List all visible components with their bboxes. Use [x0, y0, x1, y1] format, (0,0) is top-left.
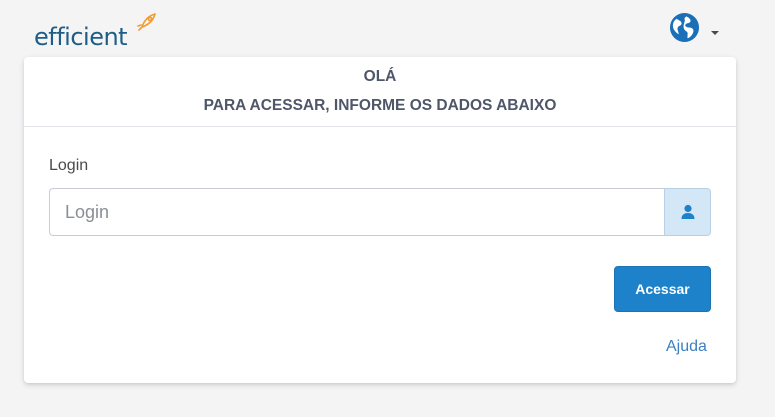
login-card: OLÁ PARA ACESSAR, INFORME OS DADOS ABAIX…	[24, 57, 736, 383]
caret-down-icon	[711, 31, 719, 35]
logo-text: efficient	[34, 23, 128, 51]
submit-button[interactable]: Acessar	[614, 266, 711, 312]
user-icon	[681, 204, 694, 219]
login-label: Login	[49, 157, 89, 174]
top-bar: efficient	[0, 0, 775, 58]
login-instructions: PARA ACESSAR, INFORME OS DADOS ABAIXO	[203, 97, 557, 114]
login-input-group	[49, 188, 711, 236]
language-selector[interactable]	[669, 12, 725, 44]
help-link[interactable]: Ajuda	[666, 337, 707, 357]
greeting-title: OLÁ	[363, 68, 397, 85]
globe-icon	[669, 12, 700, 43]
login-input[interactable]	[49, 188, 664, 236]
rocket-icon	[137, 13, 156, 31]
login-addon	[664, 188, 711, 236]
card-header: OLÁ PARA ACESSAR, INFORME OS DADOS ABAIX…	[24, 57, 736, 127]
